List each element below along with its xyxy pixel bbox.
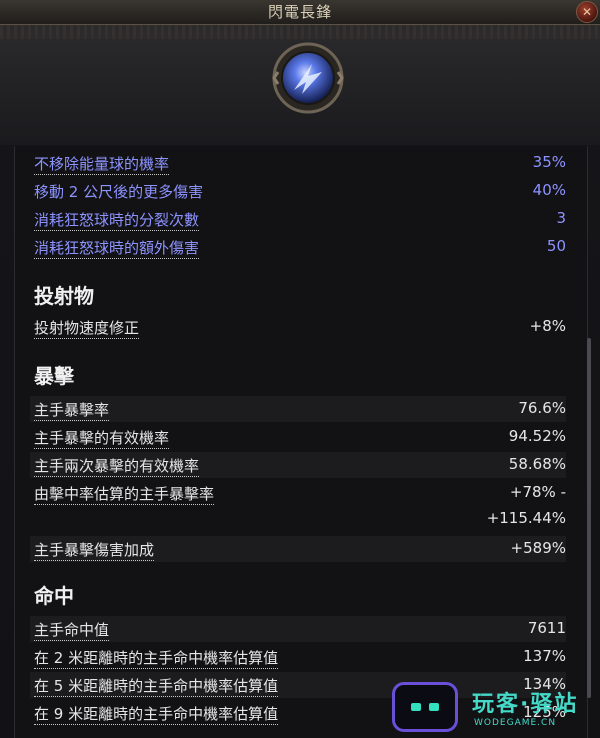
watermark-text: 玩客·驿站 xyxy=(472,692,579,717)
stat-row: 主手暴擊的有效機率 94.52% xyxy=(30,424,566,450)
stat-label: 移動 2 公尺後的更多傷害 xyxy=(34,183,204,201)
stat-label: 由擊中率估算的主手暴擊率 xyxy=(34,485,215,505)
stat-value: 3 xyxy=(556,209,566,227)
stat-row: 主手命中值 7611 xyxy=(30,616,566,642)
close-button[interactable]: ✕ xyxy=(576,1,598,23)
section-title-accuracy: 命中 xyxy=(34,584,74,608)
stat-label: 不移除能量球的機率 xyxy=(34,155,170,175)
stat-label: 在 5 米距離時的主手命中機率估算值 xyxy=(34,677,279,697)
stat-value: 137% xyxy=(523,647,566,665)
watermark-logo-icon xyxy=(392,682,458,732)
stat-value: 40% xyxy=(532,181,566,199)
stat-row: 移動 2 公尺後的更多傷害 40% xyxy=(30,178,566,204)
stat-label: 消耗狂怒球時的額外傷害 xyxy=(34,239,200,259)
close-icon: ✕ xyxy=(581,5,593,19)
stat-label: 在 9 米距離時的主手命中機率估算值 xyxy=(34,705,279,725)
section-title-projectile: 投射物 xyxy=(34,284,94,308)
stat-row: 主手兩次暴擊的有效機率 58.68% xyxy=(30,452,566,478)
stat-row: 主手暴擊率 76.6% xyxy=(30,396,566,422)
stat-row: 投射物速度修正 +8% xyxy=(30,314,566,340)
stat-value: 35% xyxy=(532,153,566,171)
section-title-crit: 暴擊 xyxy=(34,364,74,388)
stat-value-continued: +115.44% xyxy=(486,509,566,527)
skill-window: 閃電長鋒 ✕ 不移除能量球的機率 35% 移動 2 公尺後的更多傷害 40% 消… xyxy=(0,0,600,738)
stat-value: +589% xyxy=(510,539,566,557)
window-title: 閃電長鋒 xyxy=(267,3,332,21)
stat-row: 由擊中率估算的主手暴擊率 +78% - +115.44% xyxy=(30,480,566,534)
stat-value: 76.6% xyxy=(518,399,566,417)
stat-row: 不移除能量球的機率 35% xyxy=(30,150,566,176)
stat-label: 主手暴擊的有效機率 xyxy=(34,429,170,449)
stat-value: 58.68% xyxy=(508,455,566,473)
stat-label: 投射物速度修正 xyxy=(34,319,140,339)
stat-row: 在 2 米距離時的主手命中機率估算值 137% xyxy=(30,644,566,670)
stat-label: 主手暴擊率 xyxy=(34,401,110,421)
stat-label: 消耗狂怒球時的分裂次數 xyxy=(34,211,200,231)
stat-label: 主手命中值 xyxy=(34,621,110,641)
stat-value: +78% - xyxy=(509,483,566,501)
scrollbar[interactable] xyxy=(587,338,591,698)
lightning-spear-icon xyxy=(272,42,344,114)
stat-value: 7611 xyxy=(527,619,566,637)
title-bar: 閃電長鋒 ✕ xyxy=(0,0,600,25)
stat-label: 主手兩次暴擊的有效機率 xyxy=(34,457,200,477)
stat-row: 消耗狂怒球時的分裂次數 3 xyxy=(30,206,566,232)
stat-label: 主手暴擊傷害加成 xyxy=(34,541,155,561)
stat-value: 50 xyxy=(546,237,566,255)
stat-label: 在 2 米距離時的主手命中機率估算值 xyxy=(34,649,279,669)
stat-value: +8% xyxy=(529,317,566,335)
site-watermark: 玩客·驿站 WODEGAME.CN xyxy=(392,682,600,738)
watermark-subtext: WODEGAME.CN xyxy=(474,718,557,728)
stat-row: 消耗狂怒球時的額外傷害 50 xyxy=(30,234,566,260)
stat-value: 94.52% xyxy=(508,427,566,445)
stat-row: 主手暴擊傷害加成 +589% xyxy=(30,536,566,562)
